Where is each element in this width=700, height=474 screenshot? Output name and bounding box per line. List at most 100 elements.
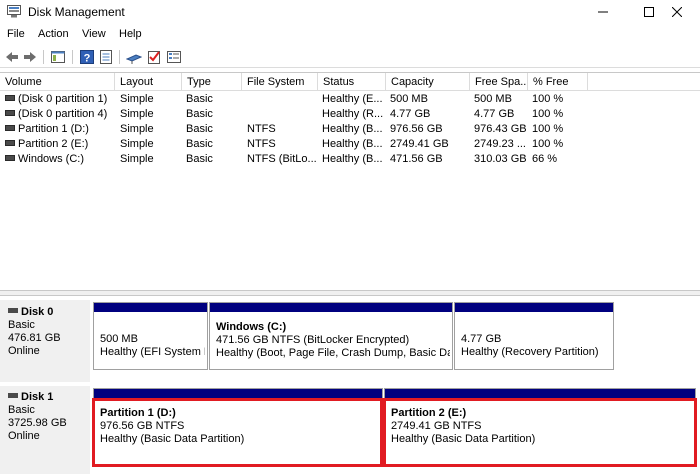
disk-management-app-icon bbox=[7, 5, 21, 18]
disk-type: Basic bbox=[8, 319, 35, 331]
volume-icon bbox=[5, 140, 15, 146]
percent-free-cell: 100 % bbox=[532, 123, 564, 135]
toolbar-separator bbox=[72, 50, 73, 64]
volume-name: (Disk 0 partition 1) bbox=[18, 93, 108, 105]
toolbar: ? bbox=[0, 46, 700, 68]
type-cell: Basic bbox=[186, 123, 213, 135]
volume-cell: (Disk 0 partition 1) bbox=[5, 93, 115, 105]
percent-free-cell: 100 % bbox=[532, 93, 564, 105]
menu-file[interactable]: File bbox=[7, 28, 25, 40]
column-header-layout[interactable]: Layout bbox=[115, 73, 182, 91]
back-icon[interactable] bbox=[4, 49, 20, 65]
partition-bar bbox=[210, 303, 452, 312]
partition-efi[interactable]: 500 MB Healthy (EFI System Pa bbox=[93, 302, 208, 370]
disk-icon bbox=[8, 308, 18, 313]
properties-icon[interactable] bbox=[98, 49, 114, 65]
capacity-cell: 471.56 GB bbox=[390, 153, 443, 165]
table-row[interactable]: Windows (C:) Simple Basic NTFS (BitLo...… bbox=[0, 152, 700, 167]
column-header-capacity[interactable]: Capacity bbox=[386, 73, 470, 91]
partition-detail: 4.77 GB bbox=[461, 333, 502, 345]
status-cell: Healthy (E... bbox=[322, 93, 383, 105]
toolbar-separator bbox=[43, 50, 44, 64]
percent-free-cell: 100 % bbox=[532, 138, 564, 150]
column-header-volume[interactable]: Volume bbox=[0, 73, 115, 91]
partition-status: Healthy (Recovery Partition) bbox=[461, 346, 599, 358]
partition-recovery[interactable]: 4.77 GB Healthy (Recovery Partition) bbox=[454, 302, 614, 370]
partition-bar bbox=[455, 303, 613, 312]
menu-help[interactable]: Help bbox=[119, 28, 142, 40]
layout-cell: Simple bbox=[120, 153, 154, 165]
disk-name: Disk 1 bbox=[21, 391, 54, 403]
volume-icon bbox=[5, 95, 15, 101]
table-row[interactable]: (Disk 0 partition 1) Simple Basic Health… bbox=[0, 92, 700, 107]
list-icon[interactable] bbox=[166, 49, 182, 65]
volume-list-header: Volume Layout Type File System Status Ca… bbox=[0, 73, 700, 91]
table-row[interactable]: (Disk 0 partition 4) Simple Basic Health… bbox=[0, 107, 700, 122]
help-icon[interactable]: ? bbox=[79, 49, 95, 65]
disk-0-label[interactable]: Disk 0 Basic 476.81 GB Online bbox=[0, 300, 90, 382]
disk-type: Basic bbox=[8, 404, 35, 416]
capacity-cell: 976.56 GB bbox=[390, 123, 443, 135]
type-cell: Basic bbox=[186, 108, 213, 120]
partition-windows-c[interactable]: Windows (C:) 471.56 GB NTFS (BitLocker E… bbox=[209, 302, 453, 370]
partition-bar bbox=[94, 303, 207, 312]
partition-bar bbox=[385, 389, 695, 398]
free-space-cell: 310.03 GB bbox=[474, 153, 527, 165]
column-header-file-system[interactable]: File System bbox=[242, 73, 318, 91]
highlight-box bbox=[92, 398, 383, 467]
column-header-status[interactable]: Status bbox=[318, 73, 386, 91]
file-system-cell: NTFS bbox=[247, 123, 276, 135]
partition-detail: 471.56 GB NTFS (BitLocker Encrypted) bbox=[216, 334, 410, 346]
status-cell: Healthy (B... bbox=[322, 153, 383, 165]
free-space-cell: 4.77 GB bbox=[474, 108, 515, 120]
volume-list: Volume Layout Type File System Status Ca… bbox=[0, 72, 700, 288]
disk-1-title: Disk 1 bbox=[8, 391, 90, 404]
free-space-cell: 500 MB bbox=[474, 93, 512, 105]
partition-bar bbox=[94, 389, 382, 398]
toolbar-separator bbox=[119, 50, 120, 64]
maximize-icon bbox=[644, 7, 654, 17]
column-header-percent-free[interactable]: % Free bbox=[528, 73, 588, 91]
volume-cell: Partition 1 (D:) bbox=[5, 123, 115, 135]
forward-icon[interactable] bbox=[22, 49, 38, 65]
status-cell: Healthy (B... bbox=[322, 123, 383, 135]
volume-icon bbox=[5, 155, 15, 161]
minimize-button[interactable] bbox=[580, 0, 626, 24]
console-tree-icon[interactable] bbox=[50, 49, 66, 65]
close-button[interactable] bbox=[654, 0, 700, 24]
file-system-cell: NTFS bbox=[247, 138, 276, 150]
menu-action[interactable]: Action bbox=[38, 28, 69, 40]
table-row[interactable]: Partition 2 (E:) Simple Basic NTFS Healt… bbox=[0, 137, 700, 152]
highlight-box bbox=[383, 398, 697, 467]
capacity-cell: 500 MB bbox=[390, 93, 428, 105]
column-header-free-space[interactable]: Free Spa... bbox=[470, 73, 528, 91]
partition-info: 4.77 GB Healthy (Recovery Partition) bbox=[461, 333, 611, 359]
capacity-cell: 4.77 GB bbox=[390, 108, 431, 120]
disk-name: Disk 0 bbox=[21, 306, 54, 318]
partition-info: Windows (C:) 471.56 GB NTFS (BitLocker E… bbox=[216, 321, 450, 360]
check-icon[interactable] bbox=[146, 49, 162, 65]
window-title: Disk Management bbox=[28, 5, 125, 19]
free-space-cell: 976.43 GB bbox=[474, 123, 527, 135]
volume-cell: Partition 2 (E:) bbox=[5, 138, 115, 150]
type-cell: Basic bbox=[186, 93, 213, 105]
menu-bar: File Action View Help bbox=[0, 26, 700, 44]
column-header-type[interactable]: Type bbox=[182, 73, 242, 91]
disk-size: 3725.98 GB bbox=[8, 417, 67, 429]
table-row[interactable]: Partition 1 (D:) Simple Basic NTFS Healt… bbox=[0, 122, 700, 137]
volume-name: Partition 1 (D:) bbox=[18, 123, 89, 135]
connect-icon[interactable] bbox=[126, 49, 142, 65]
minimize-icon bbox=[598, 11, 608, 13]
svg-text:?: ? bbox=[84, 53, 91, 65]
type-cell: Basic bbox=[186, 153, 213, 165]
close-icon bbox=[672, 7, 682, 17]
partition-detail: 500 MB bbox=[100, 333, 138, 345]
free-space-cell: 2749.23 ... bbox=[474, 138, 526, 150]
disk-state: Online bbox=[8, 345, 40, 357]
partition-status: Healthy (EFI System Pa bbox=[100, 346, 205, 358]
menu-view[interactable]: View bbox=[82, 28, 106, 40]
disk-1-label[interactable]: Disk 1 Basic 3725.98 GB Online bbox=[0, 386, 90, 474]
partition-status: Healthy (Boot, Page File, Crash Dump, Ba… bbox=[216, 347, 450, 359]
volume-icon bbox=[5, 110, 15, 116]
capacity-cell: 2749.41 GB bbox=[390, 138, 449, 150]
